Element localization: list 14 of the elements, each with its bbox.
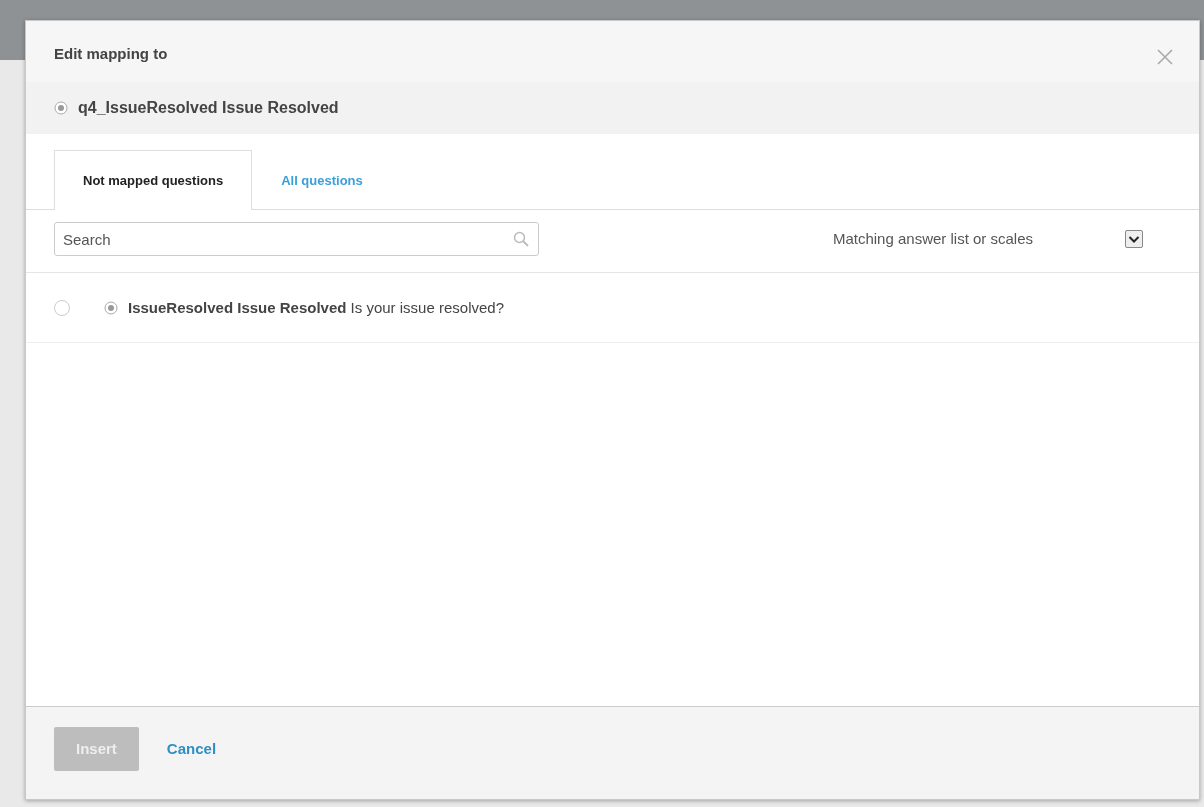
filter-label: Matching answer list or scales (832, 228, 1033, 249)
tab[interactable]: Not mapped questions (54, 149, 253, 210)
close-icon[interactable] (1157, 49, 1173, 65)
mapping-target: q4_IssueResolved Issue Resolved (78, 97, 339, 118)
radio-icon (54, 100, 68, 115)
chevron-icon (1128, 234, 1140, 244)
search-icon (513, 231, 529, 247)
question-text: IssueResolved Issue Resolved Is your issue resolved? (128, 298, 504, 318)
search-field[interactable]: Search (54, 222, 539, 256)
filter-checkbox[interactable] (1125, 230, 1143, 248)
cancel-link[interactable]: Cancel (166, 737, 217, 760)
dialog-title: Edit mapping to (54, 44, 168, 64)
tab[interactable]: All questions (252, 149, 392, 210)
radio-icon (104, 301, 118, 316)
